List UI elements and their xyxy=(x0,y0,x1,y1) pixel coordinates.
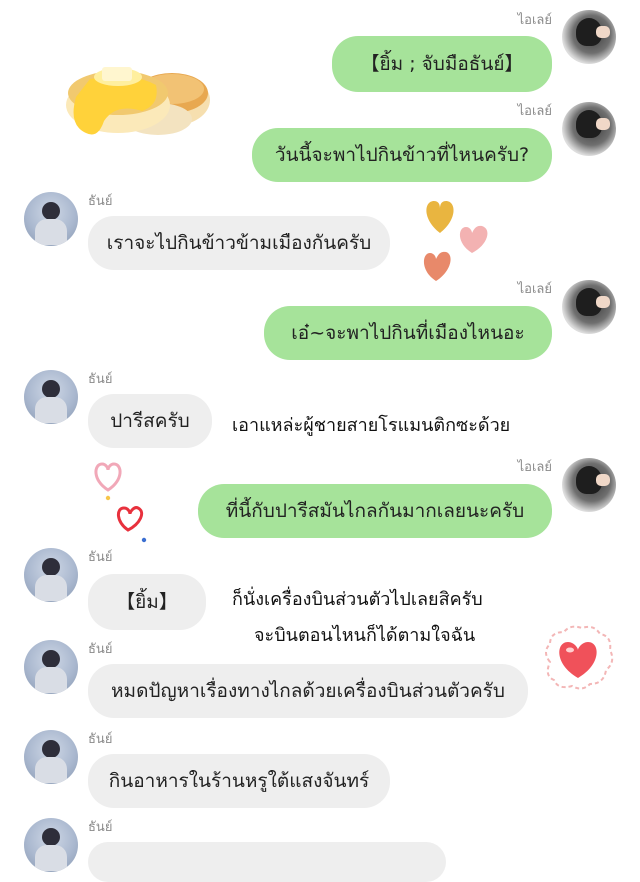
sender-name: ไอเลย์ xyxy=(517,460,552,475)
avatar[interactable] xyxy=(562,10,616,64)
pancake-sticker xyxy=(66,67,210,135)
message-bubble[interactable]: ปารีสครับ xyxy=(88,394,212,448)
message-bubble[interactable]: ที่นี้กับปารีสมันไกลกันมากเลยนะครับ xyxy=(198,484,552,538)
hearts-sticker xyxy=(423,201,488,281)
message-bubble[interactable]: กินอาหารในร้านหรูใต้แสงจันทร์ xyxy=(88,754,390,808)
annotation-text: จะบินตอนไหนก็ได้ตามใจฉัน xyxy=(254,625,476,646)
avatar[interactable] xyxy=(562,458,616,512)
sender-name: ธันย์ xyxy=(88,642,113,657)
sender-name: ธันย์ xyxy=(88,550,113,565)
message-bubble[interactable]: เอ๋~จะพาไปกินที่เมืองไหนอะ xyxy=(264,306,552,360)
sender-name: ธันย์ xyxy=(88,194,113,209)
sender-name: ธันย์ xyxy=(88,820,113,835)
avatar[interactable] xyxy=(24,730,78,784)
sender-name: ไอเลย์ xyxy=(517,104,552,119)
avatar[interactable] xyxy=(24,640,78,694)
annotation-text: ก็นั่งเครื่องบินส่วนตัวไปเลยสิครับ xyxy=(232,589,483,610)
sender-name: ไอเลย์ xyxy=(517,13,552,28)
message-bubble[interactable]: หมดปัญหาเรื่องทางไกลด้วยเครื่องบินส่วนตั… xyxy=(88,664,528,718)
heart-outline-sticker xyxy=(94,462,147,543)
message-bubble[interactable]: วันนี้จะพาไปกินข้าวที่ไหนครับ? xyxy=(252,128,552,182)
avatar[interactable] xyxy=(562,280,616,334)
avatar[interactable] xyxy=(24,548,78,602)
avatar[interactable] xyxy=(24,192,78,246)
message-bubble[interactable]: เราจะไปกินข้าวข้ามเมืองกันครับ xyxy=(88,216,390,270)
avatar[interactable] xyxy=(24,370,78,424)
avatar[interactable] xyxy=(24,818,78,872)
annotation-text: เอาแหล่ะผู้ชายสายโรแมนติกซะด้วย xyxy=(232,415,511,436)
sender-name: ธันย์ xyxy=(88,372,113,387)
sender-name: ธันย์ xyxy=(88,732,113,747)
sender-name: ไอเลย์ xyxy=(517,282,552,297)
avatar[interactable] xyxy=(562,102,616,156)
heart-cloud-sticker xyxy=(545,625,614,690)
message-bubble[interactable] xyxy=(88,842,446,882)
message-bubble[interactable]: 【ยิ้ม ; จับมือธันย์】 xyxy=(332,36,552,92)
message-bubble[interactable]: 【ยิ้ม】 xyxy=(88,574,206,630)
